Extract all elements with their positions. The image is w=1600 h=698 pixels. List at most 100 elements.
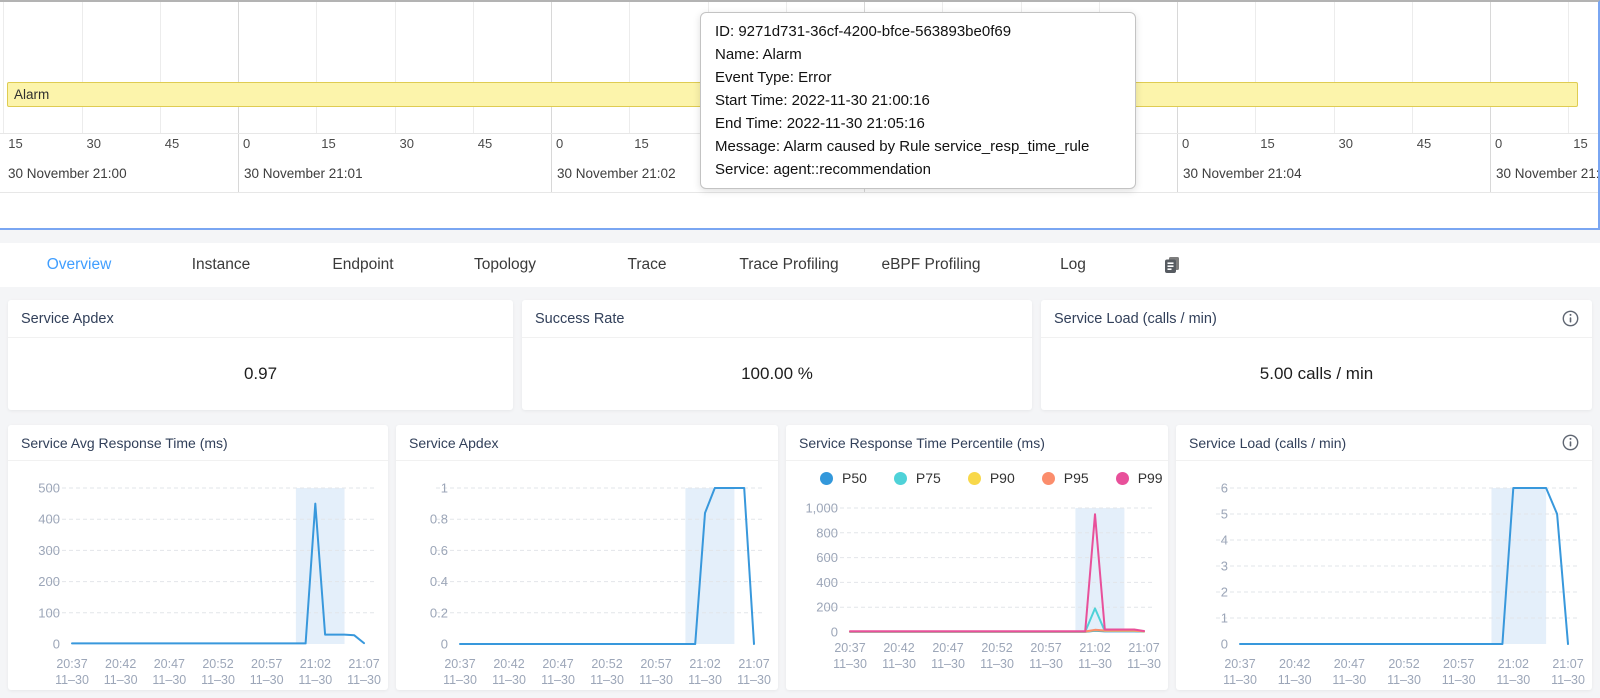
legend-item-p90[interactable]: P90 bbox=[968, 470, 1015, 486]
card-title: Service Apdex bbox=[21, 311, 114, 327]
timeline-tick-label: 15 bbox=[634, 136, 648, 151]
tab-overview[interactable]: Overview bbox=[8, 243, 150, 287]
x-axis-label: 20:52 bbox=[591, 657, 622, 671]
legend-dot bbox=[894, 472, 907, 485]
tooltip-line: End Time: 2022-11-30 21:05:16 bbox=[715, 112, 1121, 135]
timeline-date-label: 30 November 21:02 bbox=[557, 166, 676, 181]
info-icon[interactable] bbox=[1562, 310, 1579, 327]
timeline-tick-label: 0 bbox=[1182, 136, 1189, 151]
legend-item-p50[interactable]: P50 bbox=[820, 470, 867, 486]
x-axis-sublabel: 11–30 bbox=[104, 673, 138, 687]
legend-dot bbox=[1116, 472, 1129, 485]
x-axis-sublabel: 11–30 bbox=[1387, 673, 1421, 687]
y-axis-label: 3 bbox=[1221, 559, 1228, 574]
x-axis-label: 21:02 bbox=[689, 657, 720, 671]
x-axis-label: 20:52 bbox=[1388, 657, 1419, 671]
info-icon[interactable] bbox=[1562, 434, 1579, 451]
y-axis-label: 500 bbox=[38, 481, 60, 496]
chart-plot-area[interactable]: P50P75P90P95P9902004006008001,00020:3711… bbox=[786, 461, 1168, 689]
x-axis-label: 21:07 bbox=[348, 657, 379, 671]
y-axis-label: 0.2 bbox=[430, 605, 448, 620]
timeline-tick-label: 0 bbox=[556, 136, 563, 151]
x-axis-label: 20:42 bbox=[883, 641, 914, 655]
stat-cards-row: Service Apdex0.97Success Rate100.00 %Ser… bbox=[0, 300, 1600, 410]
tab-trace[interactable]: Trace bbox=[576, 243, 718, 287]
x-axis-sublabel: 11–30 bbox=[1078, 657, 1112, 671]
x-axis-sublabel: 11–30 bbox=[1223, 673, 1257, 687]
x-axis-label: 21:07 bbox=[1128, 641, 1159, 655]
timeline-axis-bottom bbox=[0, 192, 1598, 193]
document-list-icon bbox=[1162, 255, 1182, 275]
tooltip-line: Event Type: Error bbox=[715, 66, 1121, 89]
y-axis-label: 100 bbox=[38, 605, 60, 620]
chart-plot-area[interactable]: 010020030040050020:3711–3020:4211–3020:4… bbox=[8, 461, 388, 689]
stat-value: 100.00 % bbox=[522, 338, 1032, 409]
y-axis-label: 0.8 bbox=[430, 512, 448, 527]
y-axis-label: 4 bbox=[1221, 533, 1228, 548]
chart-canvas: 02004006008001,00020:3711–3020:4211–3020… bbox=[786, 495, 1168, 689]
timeline-date-label: 30 November 21:04 bbox=[1183, 166, 1302, 181]
x-axis-sublabel: 11–30 bbox=[1496, 673, 1530, 687]
tab-instance[interactable]: Instance bbox=[150, 243, 292, 287]
x-axis-label: 20:47 bbox=[542, 657, 573, 671]
x-axis-label: 20:37 bbox=[1224, 657, 1255, 671]
timeline-tick-label: 45 bbox=[1417, 136, 1431, 151]
tab-ebpf-profiling[interactable]: eBPF Profiling bbox=[860, 243, 1002, 287]
timeline-tick-label: 30 bbox=[87, 136, 101, 151]
tooltip-line: ID: 9271d731-36cf-4200-bfce-563893be0f69 bbox=[715, 20, 1121, 43]
tab-log[interactable]: Log bbox=[1002, 243, 1144, 287]
x-axis-label: 20:57 bbox=[1030, 641, 1061, 655]
second-gridline bbox=[473, 2, 474, 133]
tab-event-list[interactable] bbox=[1144, 255, 1200, 275]
chart-plot-area[interactable]: 012345620:3711–3020:4211–3020:4711–3020:… bbox=[1176, 461, 1592, 689]
chart-plot-area[interactable]: 00.20.40.60.8120:3711–3020:4211–3020:471… bbox=[396, 461, 778, 689]
alarm-timeline-panel[interactable]: 15 30 45 30 November 21:00 0 15 30 45 30 Novembe… bbox=[0, 0, 1600, 230]
second-gridline bbox=[82, 2, 83, 133]
y-axis-label: 1 bbox=[441, 481, 448, 496]
tab-endpoint[interactable]: Endpoint bbox=[292, 243, 434, 287]
y-axis-label: 400 bbox=[38, 512, 60, 527]
second-gridline bbox=[1412, 2, 1413, 133]
legend-item-p95[interactable]: P95 bbox=[1042, 470, 1089, 486]
stat-card-service-apdex: Service Apdex0.97 bbox=[8, 300, 513, 410]
x-axis-label: 20:37 bbox=[444, 657, 475, 671]
timeline-tick-label: 30 bbox=[400, 136, 414, 151]
tooltip-line: Service: agent::recommendation bbox=[715, 158, 1121, 181]
x-axis-sublabel: 11–30 bbox=[833, 657, 867, 671]
x-axis-sublabel: 11–30 bbox=[1332, 673, 1366, 687]
legend-dot bbox=[1042, 472, 1055, 485]
x-axis-sublabel: 11–30 bbox=[590, 673, 624, 687]
x-axis-sublabel: 11–30 bbox=[639, 673, 673, 687]
x-axis-sublabel: 11–30 bbox=[201, 673, 235, 687]
chart-canvas: 00.20.40.60.8120:3711–3020:4211–3020:471… bbox=[396, 461, 778, 689]
x-axis-label: 20:37 bbox=[834, 641, 865, 655]
x-axis-label: 20:52 bbox=[202, 657, 233, 671]
second-gridline bbox=[1568, 2, 1569, 133]
stat-card-service-load-calls-min-: Service Load (calls / min)5.00 calls / m… bbox=[1041, 300, 1592, 410]
y-axis-label: 0 bbox=[441, 637, 448, 652]
x-axis-label: 20:57 bbox=[251, 657, 282, 671]
x-axis-label: 20:37 bbox=[56, 657, 87, 671]
tab-topology[interactable]: Topology bbox=[434, 243, 576, 287]
y-axis-label: 2 bbox=[1221, 585, 1228, 600]
legend-item-p75[interactable]: P75 bbox=[894, 470, 941, 486]
alarm-event-label: Alarm bbox=[14, 87, 49, 102]
y-axis-label: 6 bbox=[1221, 481, 1228, 496]
timeline-tick-label: 45 bbox=[165, 136, 179, 151]
chart-title: Service Load (calls / min) bbox=[1189, 435, 1346, 451]
legend-item-p99[interactable]: P99 bbox=[1116, 470, 1163, 486]
x-axis-sublabel: 11–30 bbox=[443, 673, 477, 687]
y-axis-label: 1 bbox=[1221, 611, 1228, 626]
tab-trace-profiling[interactable]: Trace Profiling bbox=[718, 243, 860, 287]
x-axis-sublabel: 11–30 bbox=[882, 657, 916, 671]
chart-title: Service Apdex bbox=[409, 435, 499, 451]
x-axis-sublabel: 11–30 bbox=[737, 673, 771, 687]
timeline-tick-label: 15 bbox=[1260, 136, 1274, 151]
stat-value: 5.00 calls / min bbox=[1041, 338, 1592, 409]
x-axis-sublabel: 11–30 bbox=[492, 673, 526, 687]
chart-card-service-apdex: Service Apdex00.20.40.60.8120:3711–3020:… bbox=[396, 425, 778, 690]
x-axis-label: 20:42 bbox=[105, 657, 136, 671]
alarm-highlight-band bbox=[685, 488, 734, 644]
stat-card-success-rate: Success Rate100.00 % bbox=[522, 300, 1032, 410]
timeline-date-label: 30 November 21:00 bbox=[8, 166, 127, 181]
